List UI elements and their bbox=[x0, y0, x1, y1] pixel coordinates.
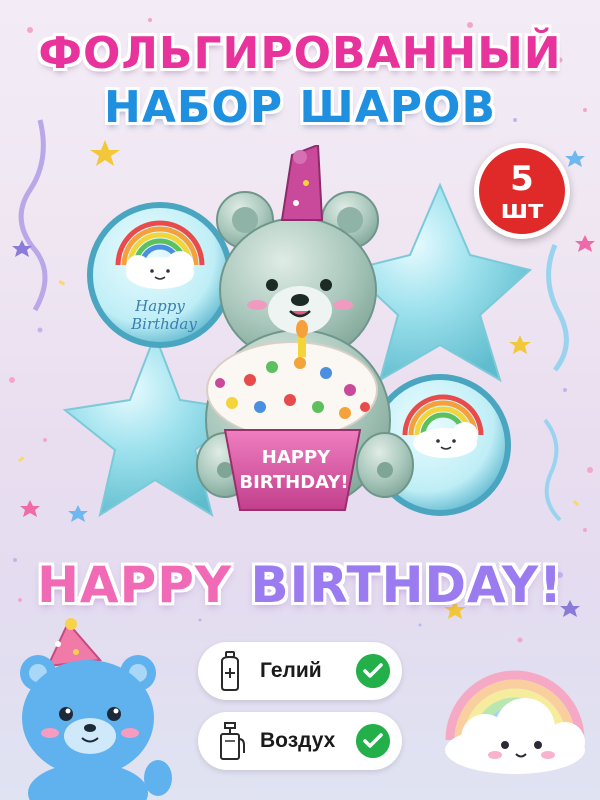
air-pump-icon bbox=[220, 722, 245, 760]
feature-air: Воздух bbox=[198, 712, 402, 770]
feature-air-label: Воздух bbox=[260, 729, 336, 752]
rainbow-cloud-illustration bbox=[445, 670, 585, 774]
cupcake-text1: HAPPY bbox=[262, 447, 331, 468]
headline-word2: BIRTHDAY! bbox=[250, 556, 563, 614]
check-icon bbox=[356, 654, 390, 688]
blue-bear-illustration bbox=[20, 618, 172, 800]
cupcake-text2: BIRTHDAY! bbox=[239, 472, 348, 493]
happy-birthday-headline: HAPPY BIRTHDAY! bbox=[0, 556, 600, 614]
check-icon bbox=[356, 724, 390, 758]
round-balloon-left-text1: Happy bbox=[134, 297, 185, 315]
headline-word1: HAPPY bbox=[37, 556, 233, 614]
round-balloon-left-text2: Birthday bbox=[130, 315, 197, 333]
round-balloon-left: Happy Birthday bbox=[87, 202, 233, 348]
feature-helium-label: Гелий bbox=[260, 659, 322, 682]
balloon-set-illustration: Happy Birthday HAPPY BIRTHDAY! bbox=[62, 145, 533, 518]
feature-helium: Гелий bbox=[198, 642, 402, 700]
title-line1: ФОЛЬГИРОВАННЫЙ bbox=[38, 28, 562, 79]
title-line2: НАБОР ШАРОВ bbox=[104, 82, 496, 133]
gas-cylinder-icon bbox=[221, 651, 239, 691]
